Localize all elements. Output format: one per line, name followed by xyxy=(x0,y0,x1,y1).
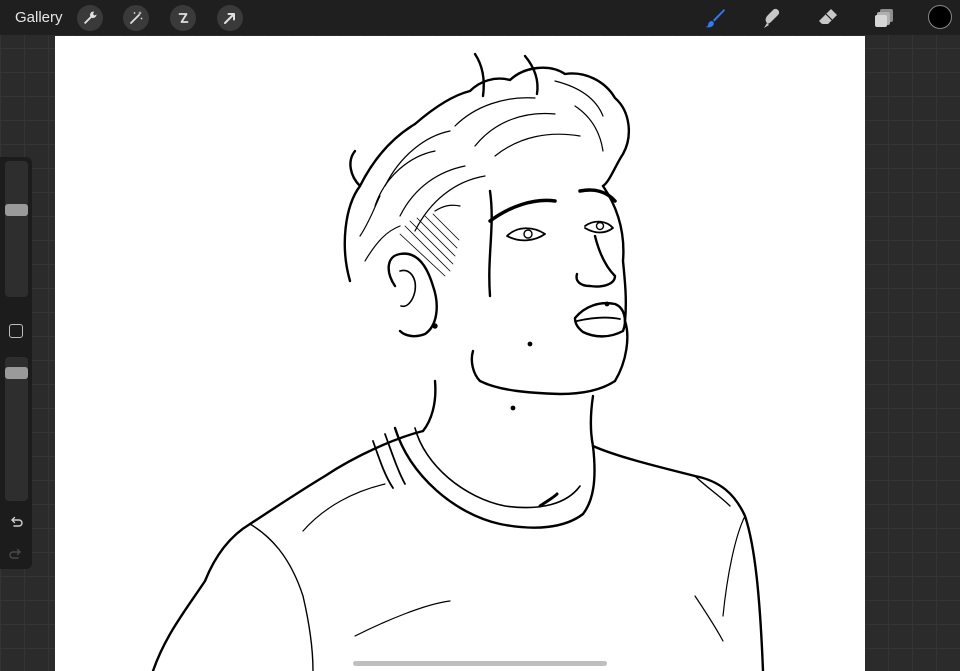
wrench-icon xyxy=(84,11,97,24)
selection-button[interactable] xyxy=(170,5,196,31)
brush-icon xyxy=(705,9,725,28)
home-indicator[interactable] xyxy=(353,661,607,666)
modify-square-icon[interactable] xyxy=(9,324,23,338)
undo-icon[interactable] xyxy=(8,514,24,530)
drawing-canvas[interactable] xyxy=(55,36,865,671)
brush-size-thumb[interactable] xyxy=(5,204,28,216)
eraser-icon xyxy=(819,9,837,28)
layers-icon xyxy=(875,9,893,27)
transform-arrow-icon xyxy=(224,13,235,24)
selection-icon xyxy=(178,13,189,23)
transform-button[interactable] xyxy=(217,5,243,31)
top-toolbar: Gallery xyxy=(0,0,960,35)
redo-icon[interactable] xyxy=(8,546,24,562)
eraser-button[interactable] xyxy=(816,6,840,30)
brush-size-slider[interactable] xyxy=(5,161,28,297)
smudge-icon xyxy=(764,8,780,28)
adjustments-button[interactable] xyxy=(123,5,149,31)
magic-wand-icon xyxy=(130,11,143,24)
opacity-thumb[interactable] xyxy=(5,367,28,379)
gallery-button[interactable]: Gallery xyxy=(15,9,63,26)
smudge-button[interactable] xyxy=(760,6,784,30)
brush-button[interactable] xyxy=(703,6,727,30)
left-sidebar xyxy=(0,157,32,569)
line-art-portrait xyxy=(151,52,765,671)
actions-button[interactable] xyxy=(77,5,103,31)
layers-button[interactable] xyxy=(872,6,896,30)
color-picker-button[interactable] xyxy=(928,5,952,29)
